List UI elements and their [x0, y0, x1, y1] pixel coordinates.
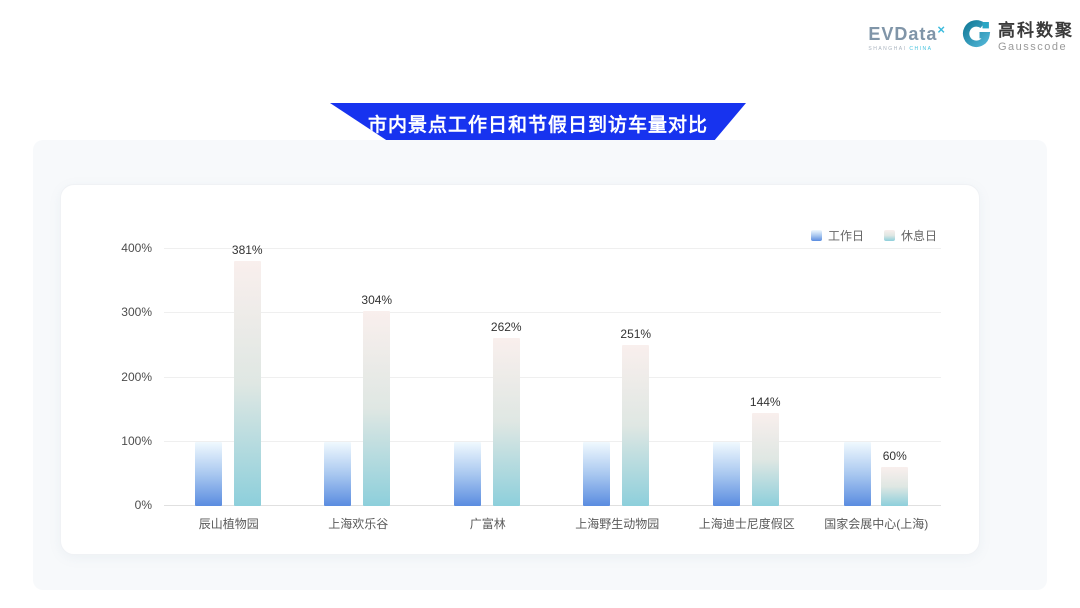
- evdata-subtext: SHANGHAI CHINA: [868, 47, 945, 52]
- bar-group: 60%国家会展中心(上海): [812, 249, 942, 506]
- bar-restday: [752, 413, 779, 506]
- bar-value-label: 262%: [491, 320, 522, 334]
- plot-area: 0%100%200%300%400%381%辰山植物园304%上海欢乐谷262%…: [164, 249, 941, 506]
- bar-workday: [195, 442, 222, 506]
- bar-groups: 381%辰山植物园304%上海欢乐谷262%广富林251%上海野生动物园144%…: [164, 249, 941, 506]
- logo-bar: EVData× SHANGHAI CHINA 高科数聚: [868, 20, 1074, 55]
- bar-workday: [844, 442, 871, 506]
- gausscode-g-icon: [961, 20, 991, 55]
- legend-swatch: [884, 230, 895, 241]
- gausscode-cn-name: 高科数聚: [998, 21, 1074, 41]
- page: EVData× SHANGHAI CHINA 高科数聚: [0, 0, 1080, 608]
- bar-restday: [234, 261, 261, 506]
- chart-card: 工作日 休息日 0% 100% 200% 300% 400% 381%辰山植物园304%上海…: [60, 184, 980, 555]
- legend: 工作日 休息日: [811, 227, 937, 244]
- bar-restday: [363, 311, 390, 506]
- bar-slot-restday: 144%: [750, 395, 781, 506]
- legend-label: 工作日: [828, 227, 864, 244]
- bar-slot-restday: 381%: [232, 243, 263, 506]
- bar-group: 304%上海欢乐谷: [294, 249, 424, 506]
- evdata-x-mark: ×: [937, 22, 945, 37]
- gausscode-logo: 高科数聚 Gausscode: [961, 20, 1074, 55]
- y-axis-tick-label: 100%: [121, 434, 152, 448]
- bar-value-label: 381%: [232, 243, 263, 257]
- bar-workday: [583, 442, 610, 506]
- evdata-wordmark: EVData×: [868, 23, 945, 44]
- y-axis-tick-label: 0%: [135, 498, 152, 512]
- bar-workday: [713, 442, 740, 506]
- bar-value-label: 251%: [620, 327, 651, 341]
- bar-workday: [454, 442, 481, 506]
- bar-restday: [622, 345, 649, 506]
- bar-slot-workday: [844, 442, 871, 506]
- bar-slot-restday: 60%: [881, 449, 908, 506]
- bar-value-label: 304%: [361, 293, 392, 307]
- legend-item-workday[interactable]: 工作日: [811, 227, 864, 244]
- bar-slot-workday: [195, 442, 222, 506]
- bar-value-label: 144%: [750, 395, 781, 409]
- evdata-logo: EVData× SHANGHAI CHINA: [868, 23, 945, 52]
- bar-slot-restday: 262%: [491, 320, 522, 506]
- y-axis-tick-label: 400%: [121, 241, 152, 255]
- gausscode-en-name: Gausscode: [998, 41, 1074, 54]
- legend-swatch: [811, 230, 822, 241]
- bar-restday: [493, 338, 520, 506]
- bar-slot-restday: 304%: [361, 293, 392, 506]
- content-panel: 工作日 休息日 0% 100% 200% 300% 400% 381%辰山植物园304%上海…: [33, 140, 1047, 590]
- x-axis-label: 国家会展中心(上海): [792, 515, 962, 532]
- bar-slot-workday: [583, 442, 610, 506]
- y-axis-tick-label: 300%: [121, 305, 152, 319]
- bar-group: 381%辰山植物园: [164, 249, 294, 506]
- bar-restday: [881, 467, 908, 506]
- bar-value-label: 60%: [883, 449, 907, 463]
- legend-item-restday[interactable]: 休息日: [884, 227, 937, 244]
- y-axis-tick-label: 200%: [121, 370, 152, 384]
- page-title: 市内景点工作日和节假日到访车量对比: [368, 106, 708, 137]
- bar-group: 251%上海野生动物园: [553, 249, 683, 506]
- bar-slot-workday: [713, 442, 740, 506]
- legend-label: 休息日: [901, 227, 937, 244]
- title-banner: 市内景点工作日和节假日到访车量对比: [330, 103, 746, 140]
- bar-group: 262%广富林: [423, 249, 553, 506]
- bar-slot-restday: 251%: [620, 327, 651, 506]
- bar-slot-workday: [454, 442, 481, 506]
- bar-group: 144%上海迪士尼度假区: [682, 249, 812, 506]
- bar-slot-workday: [324, 442, 351, 506]
- bar-workday: [324, 442, 351, 506]
